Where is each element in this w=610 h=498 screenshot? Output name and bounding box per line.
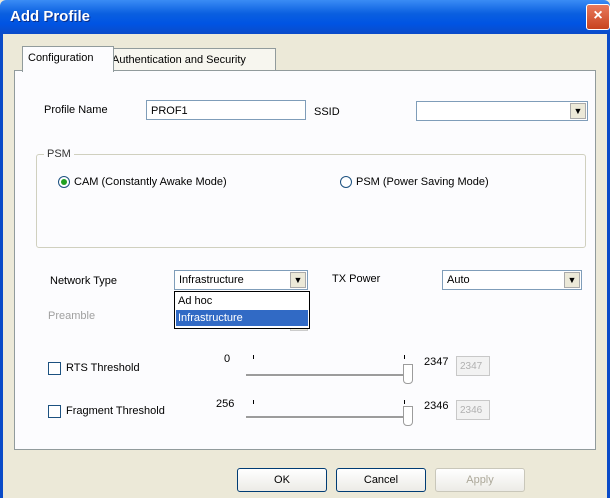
fragment-min-label: 256 — [216, 398, 235, 410]
tab-configuration[interactable]: Configuration — [22, 46, 114, 72]
ssid-combo[interactable]: ▼ — [416, 101, 588, 121]
rts-threshold-label: RTS Threshold — [66, 362, 140, 374]
apply-button[interactable]: Apply — [435, 468, 525, 492]
profile-name-input[interactable]: PROF1 — [146, 100, 306, 120]
rts-tick-min — [253, 355, 254, 359]
radio-psm[interactable] — [340, 176, 352, 188]
fragment-slider-thumb[interactable] — [403, 406, 413, 426]
rts-max-label: 2347 — [424, 356, 449, 368]
tab-authentication-security[interactable]: Authentication and Security — [106, 48, 276, 71]
tx-power-combo[interactable]: Auto ▼ — [442, 270, 582, 290]
close-icon[interactable]: × — [586, 4, 610, 30]
configuration-panel — [14, 70, 596, 450]
ok-button[interactable]: OK — [237, 468, 327, 492]
chevron-down-icon[interactable]: ▼ — [564, 272, 580, 288]
network-type-label: Network Type — [50, 275, 118, 287]
tx-power-label: TX Power — [332, 273, 381, 285]
dropdown-option-adhoc[interactable]: Ad hoc — [176, 293, 308, 309]
title-bar: Add Profile × — [0, 0, 610, 34]
dropdown-option-infrastructure[interactable]: Infrastructure — [176, 310, 308, 326]
fragment-tick-min — [253, 400, 254, 404]
network-type-combo[interactable]: Infrastructure ▼ — [174, 270, 308, 290]
window-title: Add Profile — [10, 8, 91, 25]
rts-value-field[interactable]: 2347 — [456, 356, 490, 376]
fragment-tick-max — [404, 400, 405, 404]
rts-tick-max — [404, 355, 405, 359]
radio-cam[interactable] — [58, 176, 70, 188]
window-border-left — [0, 34, 3, 498]
psm-groupbox — [36, 154, 586, 248]
fragment-value-field[interactable]: 2346 — [456, 400, 490, 420]
fragment-threshold-label: Fragment Threshold — [66, 405, 165, 417]
network-type-dropdown[interactable]: Ad hoc Infrastructure — [174, 291, 310, 329]
chevron-down-icon[interactable]: ▼ — [570, 103, 586, 119]
ssid-label: SSID — [314, 106, 340, 118]
radio-psm-label[interactable]: PSM (Power Saving Mode) — [356, 176, 489, 188]
rts-slider-track[interactable] — [246, 374, 412, 377]
fragment-max-label: 2346 — [424, 400, 449, 412]
psm-group-label: PSM — [44, 148, 74, 160]
preamble-label: Preamble — [48, 310, 96, 322]
rts-min-label: 0 — [224, 353, 231, 365]
chevron-down-icon[interactable]: ▼ — [290, 272, 306, 288]
cancel-button[interactable]: Cancel — [336, 468, 426, 492]
radio-cam-label[interactable]: CAM (Constantly Awake Mode) — [74, 176, 227, 188]
fragment-threshold-checkbox[interactable] — [48, 405, 61, 418]
network-type-value: Infrastructure — [179, 274, 244, 286]
rts-slider-thumb[interactable] — [403, 364, 413, 384]
fragment-slider-track[interactable] — [246, 416, 412, 419]
tx-power-value: Auto — [447, 274, 470, 286]
rts-threshold-checkbox[interactable] — [48, 362, 61, 375]
profile-name-label: Profile Name — [44, 104, 108, 116]
